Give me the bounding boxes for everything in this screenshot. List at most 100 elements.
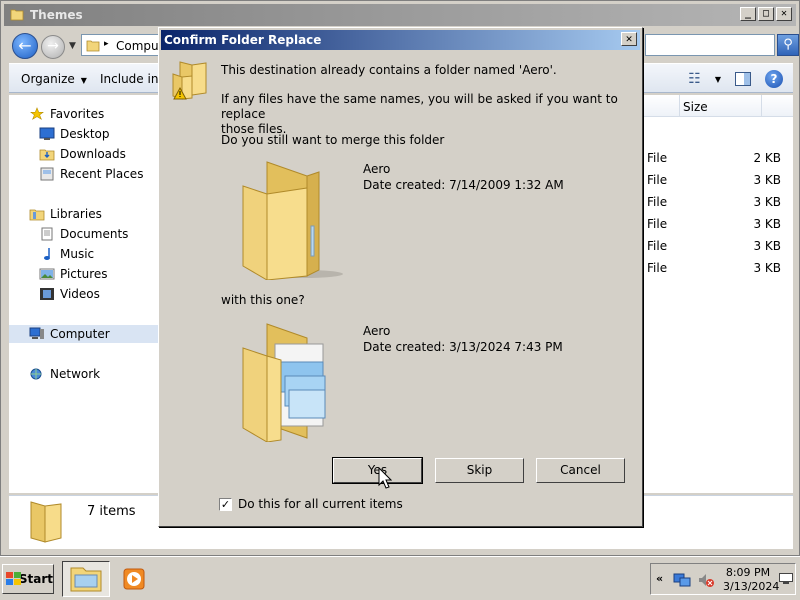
nav-item-libraries[interactable]: Libraries bbox=[29, 207, 102, 221]
message-destination: This destination already contains a fold… bbox=[221, 63, 557, 77]
organize-label: Organize bbox=[21, 72, 75, 86]
folder-icon bbox=[86, 40, 100, 52]
table-row[interactable]: File 3 KB bbox=[647, 191, 787, 213]
volume-muted-icon[interactable] bbox=[697, 572, 715, 588]
incoming-folder-icon bbox=[242, 323, 326, 442]
explorer-icon bbox=[70, 567, 102, 592]
forward-button[interactable]: → bbox=[41, 35, 65, 59]
nav-label: Downloads bbox=[60, 147, 126, 161]
apply-to-all-option[interactable]: ✓ Do this for all current items bbox=[219, 497, 403, 511]
table-row[interactable]: File 2 KB bbox=[647, 147, 787, 169]
with-this-one-text: with this one? bbox=[221, 293, 305, 307]
skip-button[interactable]: Skip bbox=[435, 458, 524, 483]
nav-label: Libraries bbox=[50, 207, 102, 221]
table-row[interactable]: File 3 KB bbox=[647, 257, 787, 279]
nav-label: Network bbox=[50, 367, 101, 381]
start-label: Start bbox=[18, 572, 53, 586]
existing-folder-date: Date created: 7/14/2009 1:32 AM bbox=[363, 178, 564, 192]
nav-item-favorites[interactable]: Favorites bbox=[29, 107, 104, 121]
nav-item-downloads[interactable]: Downloads bbox=[39, 147, 126, 161]
system-tray: « 8:09 PM 3/13/2024 bbox=[650, 563, 796, 595]
file-type: File bbox=[647, 195, 668, 209]
organize-button[interactable]: Organize ▼ bbox=[21, 72, 87, 86]
window-title: Themes bbox=[30, 8, 83, 22]
column-header-size[interactable]: Size bbox=[683, 100, 708, 114]
nav-label: Computer bbox=[50, 327, 110, 341]
show-desktop-icon[interactable] bbox=[779, 573, 793, 585]
mouse-cursor-icon bbox=[378, 467, 392, 489]
nav-label: Pictures bbox=[60, 267, 108, 281]
desktop-icon bbox=[39, 127, 55, 140]
show-hidden-icons-icon[interactable]: « bbox=[656, 572, 663, 585]
computer-icon bbox=[29, 327, 44, 339]
nav-item-videos[interactable]: Videos bbox=[39, 287, 100, 301]
apply-to-all-checkbox[interactable]: ✓ bbox=[219, 497, 232, 511]
folder-icon bbox=[30, 501, 62, 543]
clock[interactable]: 8:09 PM 3/13/2024 bbox=[723, 566, 780, 594]
preview-pane-icon[interactable] bbox=[735, 72, 751, 86]
taskbar-explorer-button[interactable] bbox=[62, 561, 110, 597]
search-icon[interactable]: ⚲ bbox=[777, 34, 799, 56]
nav-label: Recent Places bbox=[60, 167, 144, 181]
help-icon[interactable]: ? bbox=[765, 70, 783, 88]
column-divider[interactable] bbox=[761, 95, 762, 117]
cancel-button[interactable]: Cancel bbox=[536, 458, 625, 483]
file-type: File bbox=[647, 239, 668, 253]
file-size: 3 KB bbox=[753, 173, 781, 187]
file-size: 3 KB bbox=[753, 195, 781, 209]
chevron-down-icon: ▼ bbox=[80, 76, 87, 85]
existing-folder-info: Aero Date created: 7/14/2009 1:32 AM bbox=[363, 161, 564, 193]
chevron-down-icon[interactable]: ▼ bbox=[715, 75, 721, 84]
item-count: 7 items bbox=[87, 504, 136, 519]
file-type: File bbox=[647, 151, 668, 165]
file-type: File bbox=[647, 217, 668, 231]
start-button[interactable]: Start bbox=[2, 564, 54, 594]
taskbar-media-player-button[interactable] bbox=[116, 561, 164, 597]
nav-item-computer[interactable]: Computer bbox=[9, 325, 159, 343]
folder-icon bbox=[10, 9, 24, 21]
file-type: File bbox=[647, 261, 668, 275]
close-button[interactable]: ✕ bbox=[776, 7, 792, 21]
nav-item-desktop[interactable]: Desktop bbox=[39, 127, 110, 141]
nav-item-music[interactable]: Music bbox=[39, 247, 94, 261]
minimize-button[interactable]: _ bbox=[740, 7, 756, 21]
downloads-icon bbox=[39, 149, 55, 161]
message-replace-line1: If any files have the same names, you wi… bbox=[221, 92, 618, 121]
table-row[interactable]: File 3 KB bbox=[647, 169, 787, 191]
search-input[interactable] bbox=[645, 34, 775, 56]
dialog-titlebar[interactable]: Confirm Folder Replace ✕ bbox=[161, 30, 640, 50]
table-row[interactable]: File 3 KB bbox=[647, 235, 787, 257]
documents-icon bbox=[41, 227, 53, 241]
nav-item-pictures[interactable]: Pictures bbox=[39, 267, 108, 281]
nav-item-recent-places[interactable]: Recent Places bbox=[39, 167, 143, 181]
star-icon bbox=[30, 107, 44, 120]
apply-to-all-label: Do this for all current items bbox=[238, 497, 403, 511]
clock-date: 3/13/2024 bbox=[723, 580, 780, 593]
clock-time: 8:09 PM bbox=[725, 566, 771, 579]
network-status-icon[interactable] bbox=[673, 572, 691, 588]
network-icon bbox=[30, 368, 42, 380]
views-icon[interactable]: ☷ bbox=[688, 71, 701, 87]
recent-pages-dropdown-icon[interactable]: ▼ bbox=[69, 41, 76, 51]
back-button[interactable]: ← bbox=[12, 33, 38, 59]
close-button[interactable]: ✕ bbox=[621, 32, 637, 46]
nav-item-network[interactable]: Network bbox=[29, 367, 100, 381]
file-size: 3 KB bbox=[753, 239, 781, 253]
explorer-titlebar[interactable]: Themes _ □ ✕ bbox=[4, 4, 796, 26]
windows-logo-icon bbox=[6, 572, 21, 586]
nav-label: Videos bbox=[60, 287, 100, 301]
media-player-icon bbox=[123, 568, 145, 590]
navigation-pane: Favorites Desktop Downloads Recent Place… bbox=[9, 95, 159, 493]
column-headers: Size bbox=[641, 95, 793, 117]
file-size: 3 KB bbox=[753, 217, 781, 231]
incoming-folder-date: Date created: 3/13/2024 7:43 PM bbox=[363, 340, 563, 354]
message-merge: Do you still want to merge this folder bbox=[221, 133, 445, 147]
maximize-button[interactable]: □ bbox=[758, 7, 774, 21]
nav-label: Favorites bbox=[50, 107, 105, 121]
table-row[interactable]: File 3 KB bbox=[647, 213, 787, 235]
pictures-icon bbox=[39, 268, 55, 280]
libraries-icon bbox=[29, 209, 45, 221]
column-divider[interactable] bbox=[679, 95, 680, 117]
incoming-folder-name: Aero bbox=[363, 324, 391, 338]
nav-item-documents[interactable]: Documents bbox=[39, 227, 128, 241]
